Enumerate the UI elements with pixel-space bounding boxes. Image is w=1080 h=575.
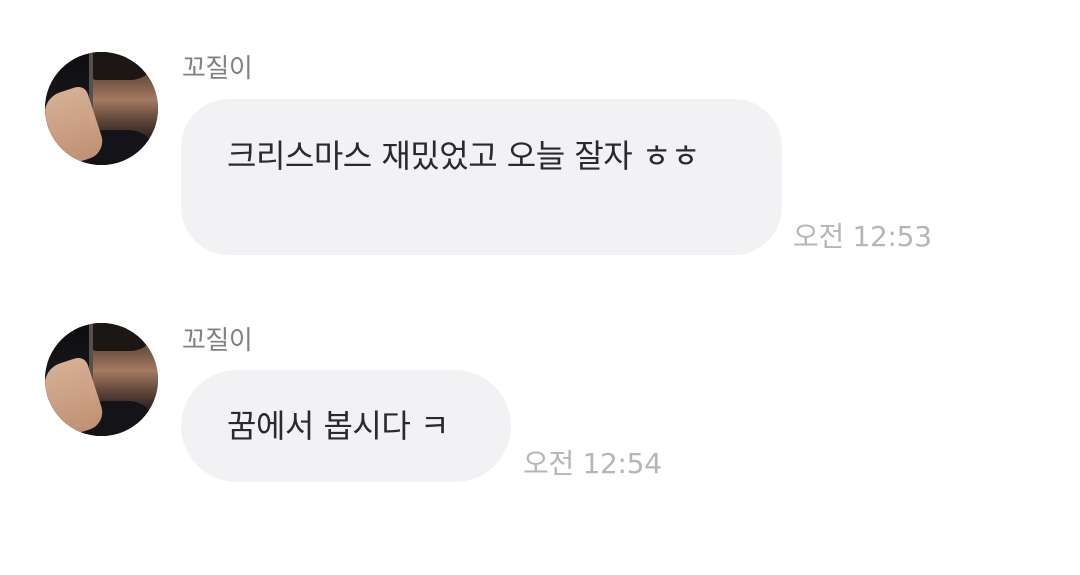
avatar[interactable]	[45, 323, 158, 436]
message-text: 꿈에서 봅시다 ㅋ	[227, 407, 449, 445]
sender-name: 꼬질이	[182, 326, 253, 356]
chat-message: 꼬질이 꿈에서 봅시다 ㅋ 오전 12:54	[0, 0, 1080, 575]
message-bubble[interactable]: 꿈에서 봅시다 ㅋ	[181, 370, 511, 482]
message-timestamp: 오전 12:54	[523, 447, 662, 480]
